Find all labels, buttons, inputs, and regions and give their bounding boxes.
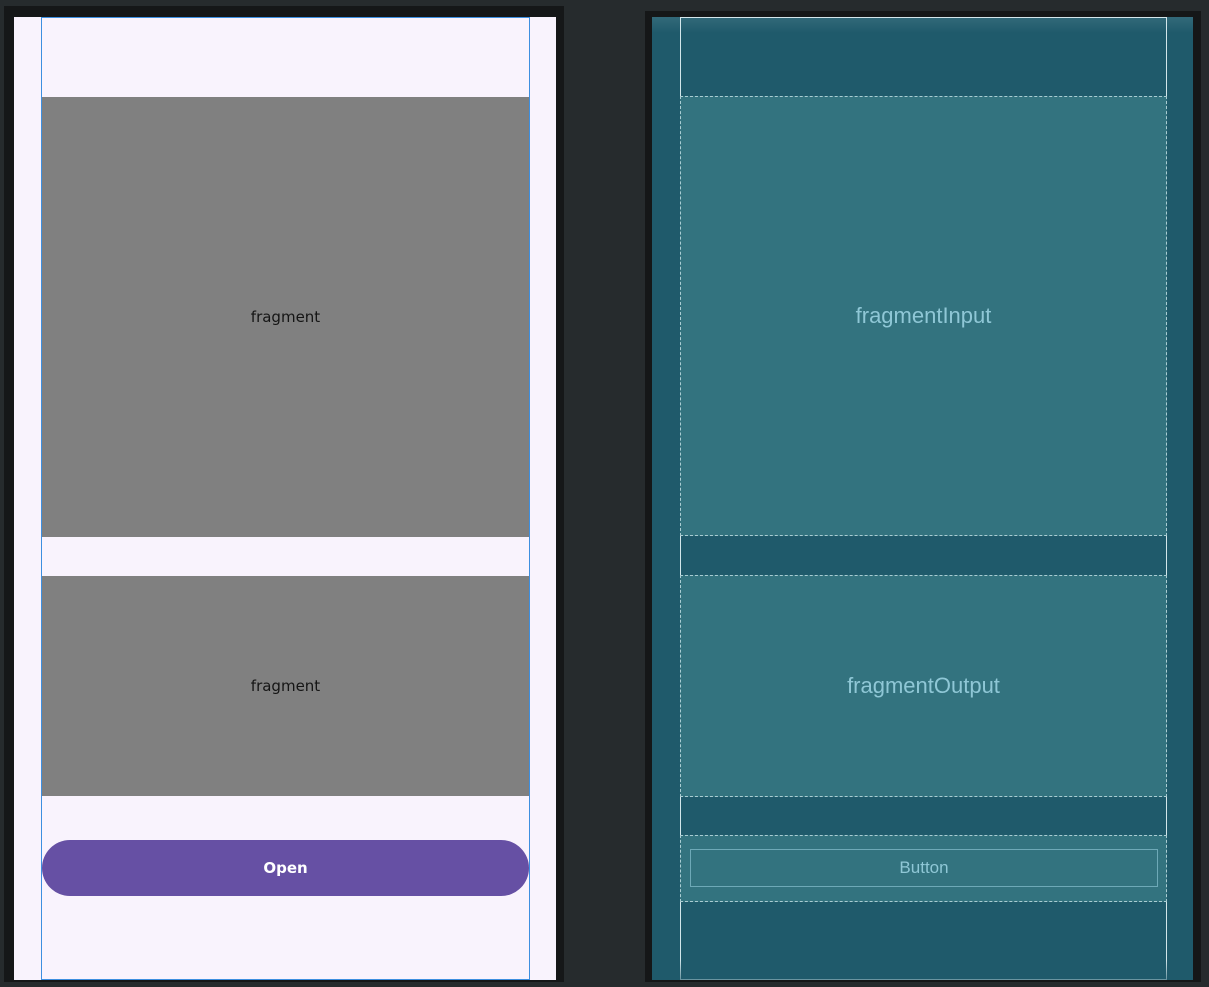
design-fragment-output[interactable]: fragment [42, 576, 529, 796]
design-view-screen[interactable]: fragment fragment Open [14, 17, 556, 980]
design-fragment-input-label: fragment [250, 308, 321, 326]
blueprint-fragment-input[interactable]: fragmentInput [680, 96, 1167, 536]
blueprint-button-label: Button [899, 858, 949, 877]
blueprint-button[interactable]: Button [690, 849, 1158, 887]
blueprint-fragment-output[interactable]: fragmentOutput [680, 575, 1167, 797]
open-button-label: Open [263, 859, 308, 877]
design-fragment-output-label: fragment [250, 677, 321, 695]
open-button[interactable]: Open [42, 840, 529, 896]
blueprint-button-container: Button [680, 835, 1167, 902]
design-fragment-input[interactable]: fragment [42, 97, 529, 537]
blueprint-fragment-output-label: fragmentOutput [847, 673, 1000, 698]
blueprint-fragment-input-label: fragmentInput [855, 303, 992, 328]
blueprint-view-screen[interactable]: fragmentInput fragmentOutput Button [652, 17, 1193, 980]
